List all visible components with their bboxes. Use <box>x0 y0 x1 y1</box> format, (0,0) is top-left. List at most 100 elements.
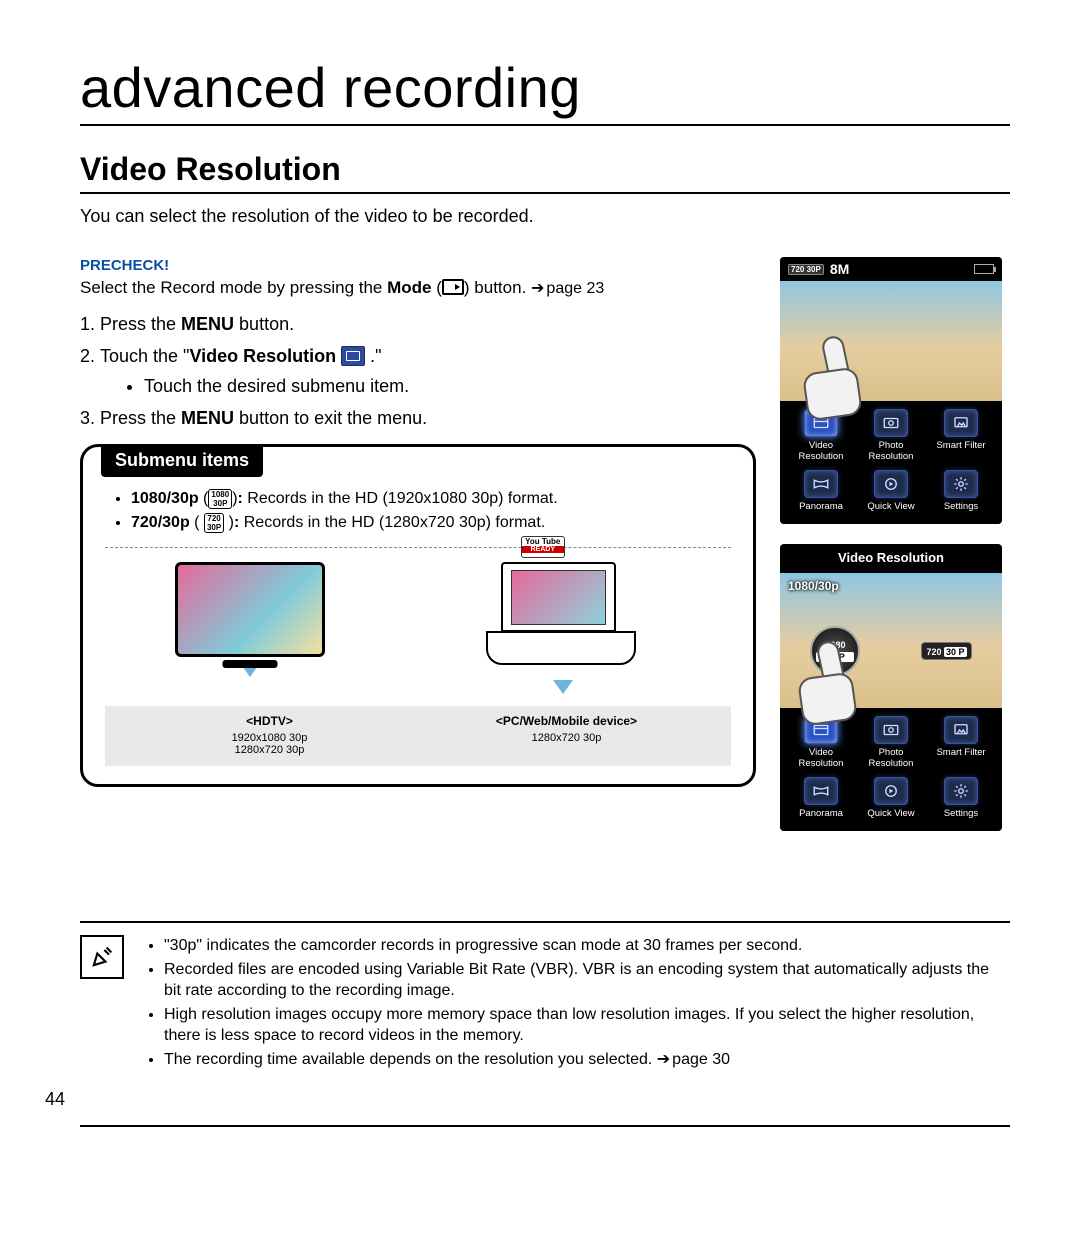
page-number: 44 <box>45 1089 65 1110</box>
photo-resolution-icon <box>874 409 908 437</box>
menu-label: Photo Resolution <box>858 747 924 769</box>
mode-icon <box>442 279 464 295</box>
submenu-item-name-1: 720/30p <box>131 514 190 531</box>
note-item: Recorded files are encoded using Variabl… <box>164 959 1010 1002</box>
menu-label: Settings <box>928 808 994 819</box>
youtube-ready-icon: You Tube READY <box>521 536 565 558</box>
cam-topbar: 720 30P 8M <box>780 257 1002 281</box>
submenu-heading: Submenu items <box>101 444 263 477</box>
step-2b: Video Resolution <box>189 346 336 366</box>
step-2: Touch the "Video Resolution ." Touch the… <box>100 344 756 398</box>
step-1a: Press the <box>100 314 181 334</box>
submenu-item-desc-1: Records in the HD (1280x720 30p) format. <box>244 514 545 531</box>
res-badge-1080-icon: 108030P <box>208 489 232 509</box>
menu-settings[interactable]: Settings <box>928 775 994 821</box>
quick-view-icon <box>874 777 908 805</box>
menu-label: Smart Filter <box>928 440 994 451</box>
precheck-text-before: Select the Record mode by pressing the <box>80 278 387 297</box>
settings-icon <box>944 470 978 498</box>
steps-list: Press the MENU button. Touch the "Video … <box>100 312 756 430</box>
selected-resolution-label: 1080/30p <box>788 579 839 593</box>
cam-preview: 1080/30p 1080 30 P 720 30 P <box>780 573 1002 708</box>
device-illustration: You Tube READY <box>105 562 731 694</box>
smart-filter-icon <box>944 716 978 744</box>
smart-filter-icon <box>944 409 978 437</box>
menu-video-resolution[interactable]: Video Resolution <box>788 714 854 771</box>
menu-panorama[interactable]: Panorama <box>788 468 854 514</box>
step-3: Press the MENU button to exit the menu. <box>100 406 756 430</box>
resolution-option-1080[interactable]: 1080 30 P <box>810 626 860 676</box>
submenu-panel: Submenu items 1080/30p (108030P): Record… <box>80 444 756 787</box>
section-title: Video Resolution <box>80 151 1010 194</box>
precheck-label: PRECHECK! <box>80 257 756 274</box>
step-1: Press the MENU button. <box>100 312 756 336</box>
panorama-icon <box>804 777 838 805</box>
cam-menu-grid: Video Resolution Photo Resolution Smart … <box>780 708 1002 831</box>
note-text: The recording time available depends on … <box>164 1051 652 1068</box>
menu-label: Panorama <box>788 501 854 512</box>
chapter-title: advanced recording <box>80 55 1010 126</box>
step-2a: Touch the " <box>100 346 189 366</box>
step-3c: button to exit the menu. <box>234 408 427 428</box>
arrow-down-icon <box>553 680 573 694</box>
tv-icon <box>175 562 325 657</box>
note-item: "30p" indicates the camcorder records in… <box>164 935 1010 957</box>
note-item: High resolution images occupy more memor… <box>164 1004 1010 1047</box>
menu-video-resolution[interactable]: Video Resolution <box>788 407 854 464</box>
camcorder-screen-1: 720 30P 8M Video Resolution Photo Resolu… <box>780 257 1002 524</box>
precheck-text: Select the Record mode by pressing the M… <box>80 278 756 298</box>
intro-text: You can select the resolution of the vid… <box>80 206 1010 227</box>
panorama-icon <box>804 470 838 498</box>
menu-label: Quick View <box>858 808 924 819</box>
target-line: 1920x1080 30p <box>121 732 418 744</box>
menu-label: Panorama <box>788 808 854 819</box>
target-title: <HDTV> <box>121 714 418 728</box>
menu-photo-resolution[interactable]: Photo Resolution <box>858 407 924 464</box>
notes-block: "30p" indicates the camcorder records in… <box>80 921 1010 1073</box>
page-ref: page 30 <box>657 1051 730 1068</box>
video-resolution-icon <box>804 716 838 744</box>
note-icon <box>80 935 124 979</box>
menu-quick-view[interactable]: Quick View <box>858 468 924 514</box>
target-title: <PC/Web/Mobile device> <box>418 714 715 728</box>
page-ref: page 23 <box>531 280 604 297</box>
submenu-item-name-0: 1080/30p <box>131 490 199 507</box>
submenu-item-desc-0: Records in the HD (1920x1080 30p) format… <box>247 490 557 507</box>
menu-label: Quick View <box>858 501 924 512</box>
quick-view-icon <box>874 470 908 498</box>
menu-label: Photo Resolution <box>858 440 924 462</box>
submenu-item: 720/30p ( 72030P ): Records in the HD (1… <box>131 513 731 533</box>
step-3b: MENU <box>181 408 234 428</box>
video-resolution-icon <box>804 409 838 437</box>
camcorder-screen-2: Video Resolution 1080/30p 1080 30 P 720 … <box>780 544 1002 831</box>
menu-label: Video Resolution <box>788 440 854 462</box>
submenu-item: 1080/30p (108030P): Records in the HD (1… <box>131 489 731 509</box>
menu-smart-filter[interactable]: Smart Filter <box>928 714 994 771</box>
device-labels: <HDTV> 1920x1080 30p 1280x720 30p <PC/We… <box>105 706 731 766</box>
menu-quick-view[interactable]: Quick View <box>858 775 924 821</box>
step-2-sub: Touch the desired submenu item. <box>144 374 756 398</box>
separator <box>105 547 731 548</box>
bottom-rule <box>80 1125 1010 1127</box>
mode-label: Mode <box>387 278 431 297</box>
battery-icon <box>974 264 994 274</box>
cam-preview <box>780 281 1002 401</box>
step-2c: ." <box>365 346 381 366</box>
menu-label: Settings <box>928 501 994 512</box>
step-1b: MENU <box>181 314 234 334</box>
cam-screen-title: Video Resolution <box>780 544 1002 573</box>
menu-label: Smart Filter <box>928 747 994 758</box>
resolution-option-720[interactable]: 720 30 P <box>921 642 971 660</box>
laptop-icon: You Tube READY <box>466 562 661 674</box>
menu-settings[interactable]: Settings <box>928 468 994 514</box>
settings-icon <box>944 777 978 805</box>
step-1c: button. <box>234 314 294 334</box>
precheck-text-after: button. <box>470 278 531 297</box>
video-resolution-icon <box>341 346 365 366</box>
step-3a: Press the <box>100 408 181 428</box>
target-line: 1280x720 30p <box>418 732 715 744</box>
menu-photo-resolution[interactable]: Photo Resolution <box>858 714 924 771</box>
menu-panorama[interactable]: Panorama <box>788 775 854 821</box>
res-badge-720-icon: 72030P <box>204 513 224 533</box>
menu-smart-filter[interactable]: Smart Filter <box>928 407 994 464</box>
